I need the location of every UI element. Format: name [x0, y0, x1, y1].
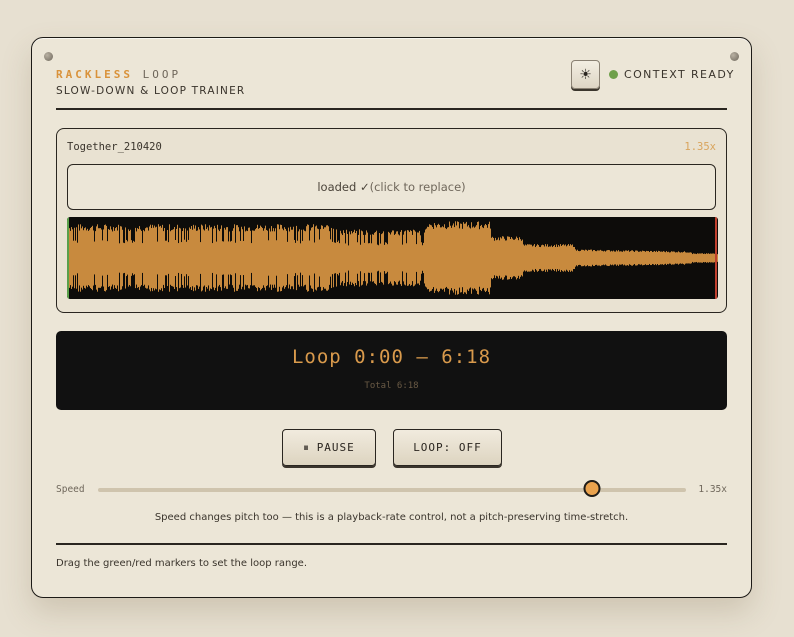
screw-decoration	[730, 52, 739, 61]
loop-range-text: Loop 0:00 – 6:18	[291, 346, 492, 368]
track-rate: 1.35x	[684, 141, 716, 153]
speed-label: Speed	[56, 484, 85, 495]
footer-hint: Drag the green/red markers to set the lo…	[56, 558, 308, 569]
sun-icon: ☀	[579, 66, 592, 83]
speed-value: 1.35x	[698, 484, 727, 495]
loop-display: Loop 0:00 – 6:18 Total 6:18	[56, 331, 727, 410]
dropzone-status: loaded ✓	[317, 180, 370, 194]
header-divider	[56, 108, 727, 110]
speed-note: Speed changes pitch too — this is a play…	[154, 512, 629, 523]
pause-button[interactable]: ⏸ PAUSE	[282, 429, 376, 466]
speed-slider[interactable]	[98, 480, 686, 497]
loop-toggle-button[interactable]: LOOP: OFF	[393, 429, 502, 466]
context-status: CONTEXT READY	[609, 68, 735, 81]
theme-toggle-button[interactable]: ☀	[571, 60, 600, 89]
waveform-canvas[interactable]	[67, 217, 718, 299]
app-panel: RACKLESS LOOP SLOW-DOWN & LOOP TRAINER ☀…	[31, 37, 752, 598]
dropzone-hint: (click to replace)	[369, 180, 466, 194]
app-title-rest: LOOP	[142, 68, 182, 81]
total-duration-text: Total 6:18	[364, 381, 419, 391]
pause-icon: ⏸	[303, 440, 310, 454]
loop-end-marker[interactable]	[715, 217, 717, 299]
pause-button-label: PAUSE	[316, 441, 355, 454]
app-title-accent: RACKLESS	[56, 68, 133, 81]
track-card: Together_210420 1.35x loaded ✓ (click to…	[56, 128, 727, 313]
track-filename: Together_210420	[67, 141, 162, 153]
status-text: CONTEXT READY	[624, 68, 735, 81]
screw-decoration	[44, 52, 53, 61]
speed-slider-thumb[interactable]	[583, 480, 601, 497]
file-dropzone[interactable]: loaded ✓ (click to replace)	[67, 164, 716, 210]
status-indicator-dot	[609, 70, 618, 79]
loop-button-label: LOOP: OFF	[413, 441, 482, 454]
footer-divider	[56, 543, 727, 545]
loop-start-marker[interactable]	[67, 217, 69, 299]
waveform[interactable]	[67, 217, 718, 299]
app-title: RACKLESS LOOP	[56, 68, 181, 81]
app-subtitle: SLOW-DOWN & LOOP TRAINER	[56, 85, 246, 97]
